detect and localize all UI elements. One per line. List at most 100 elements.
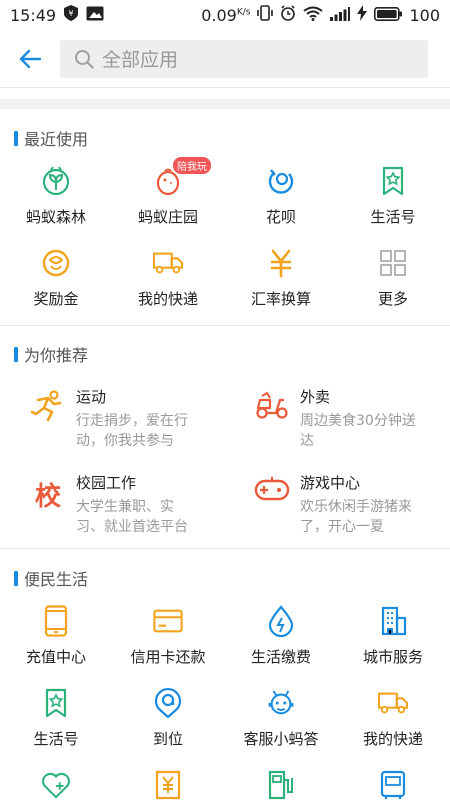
chick-icon: 陪我玩 [153,157,211,196]
app-daowei[interactable]: 到位 [112,687,224,749]
rec-desc: 行走捐步，爱在行动，你我共参与 [76,413,188,449]
app-express-2[interactable]: 我的快递 [337,688,449,749]
svg-text:¥: ¥ [69,9,74,18]
alipay-shield-icon: ¥ [64,5,79,25]
huabei-icon [266,166,296,196]
app-exchange[interactable]: 汇率换算 [225,248,337,309]
grid-icon [378,248,408,278]
app-label: 我的快递 [362,730,423,748]
reward-icon [41,248,71,278]
app-label: 我的快递 [137,290,198,308]
building-icon [378,606,408,636]
header: 全部应用 [0,30,450,88]
app-fuel[interactable] [225,770,337,800]
rec-title: 运动 [76,388,107,406]
rec-title: 外卖 [300,388,331,406]
net-speed-unit: K/s [236,7,251,18]
rec-game-center[interactable]: 游戏中心 欢乐休闲手游猪来了，开心一夏 [250,472,450,537]
bookmark-star-icon [41,688,71,718]
app-express[interactable]: 我的快递 [112,248,224,309]
scooter-icon [250,386,294,451]
search-icon [75,49,94,69]
app-tax[interactable] [112,770,224,800]
app-recharge[interactable]: 充值中心 [0,605,112,667]
app-ant-manor[interactable]: 陪我玩 蚂蚁庄园 [112,157,224,227]
section-divider [0,325,450,326]
app-customer-service[interactable]: 客服小蚂答 [225,688,337,749]
sprout-icon [41,166,71,196]
drop-icon [266,605,296,637]
image-notification-icon [86,6,104,25]
signal-icon [330,6,351,25]
battery-level: 100 [409,5,440,25]
yen-icon [266,248,296,278]
section-divider [0,548,450,549]
credit-card-icon [153,606,183,636]
app-label: 更多 [377,290,408,308]
app-life-account[interactable]: 生活号 [337,166,449,227]
section-title-text: 便民生活 [24,570,89,589]
app-label: 充值中心 [25,648,86,666]
status-time: 15:49 [10,5,57,25]
app-badge: 陪我玩 [173,157,211,174]
rec-desc: 大学生兼职、实习、就业首选平台 [76,499,188,535]
rec-desc: 周边美食30分钟送达 [300,413,416,449]
app-label: 城市服务 [362,648,423,666]
wifi-icon [303,6,324,25]
app-credit-card[interactable]: 信用卡还款 [112,606,224,667]
fuel-icon [266,770,296,800]
section-title-text: 最近使用 [24,130,89,149]
section-title-recent: 最近使用 [14,126,88,150]
section-title-text: 为你推荐 [24,346,89,365]
top-spacer [0,99,450,109]
app-label: 花呗 [265,208,296,226]
section-title-recommend: 为你推荐 [14,342,88,366]
battery-icon [374,6,403,25]
app-health[interactable] [0,770,112,800]
rec-campus-job[interactable]: 校 校园工作 大学生兼职、实习、就业首选平台 [26,472,241,537]
rec-sports[interactable]: 运动 行走捐步，爱在行动，你我共参与 [26,386,241,451]
app-utilities[interactable]: 生活缴费 [225,605,337,667]
app-label: 客服小蚂答 [243,730,319,748]
vibrate-icon [257,5,274,25]
charging-icon [357,5,368,25]
truck-icon [378,688,408,718]
app-huabei[interactable]: 花呗 [225,166,337,227]
back-arrow-icon [19,49,41,68]
app-label: 蚂蚁庄园 [137,208,198,226]
app-label: 蚂蚁森林 [25,208,86,226]
status-bar: 15:49 ¥ 0.09K/s 100 [0,0,450,30]
campus-icon: 校 [26,472,70,537]
rec-takeout[interactable]: 外卖 周边美食30分钟送达 [250,386,450,451]
app-city-services[interactable]: 城市服务 [337,606,449,667]
location-icon [153,687,183,719]
runner-icon [26,386,70,451]
section-marker [14,130,18,146]
section-marker [14,346,18,362]
bus-icon [378,770,408,800]
app-reward[interactable]: 奖励金 [0,248,112,309]
phone-icon [41,605,71,637]
app-life-account-2[interactable]: 生活号 [0,688,112,749]
health-icon [41,770,71,800]
net-speed: 0.09K/s [201,6,250,25]
net-speed-value: 0.09 [201,5,237,25]
app-label: 奖励金 [33,290,79,308]
back-button[interactable] [0,30,60,88]
section-marker [14,570,18,586]
app-more[interactable]: 更多 [337,248,449,309]
alarm-icon [280,5,296,25]
app-bus[interactable] [337,770,449,800]
section-title-life: 便民生活 [14,566,88,590]
robot-icon [266,688,296,718]
app-label: 到位 [152,730,183,748]
yen-doc-icon [153,770,183,800]
app-ant-forest[interactable]: 蚂蚁森林 [0,166,112,227]
app-label: 生活缴费 [250,648,311,666]
app-label: 生活号 [370,208,416,226]
search-input[interactable]: 全部应用 [60,39,428,78]
app-label: 信用卡还款 [130,648,206,666]
truck-icon [153,248,183,278]
campus-glyph: 校 [34,482,61,512]
search-placeholder: 全部应用 [102,49,179,71]
